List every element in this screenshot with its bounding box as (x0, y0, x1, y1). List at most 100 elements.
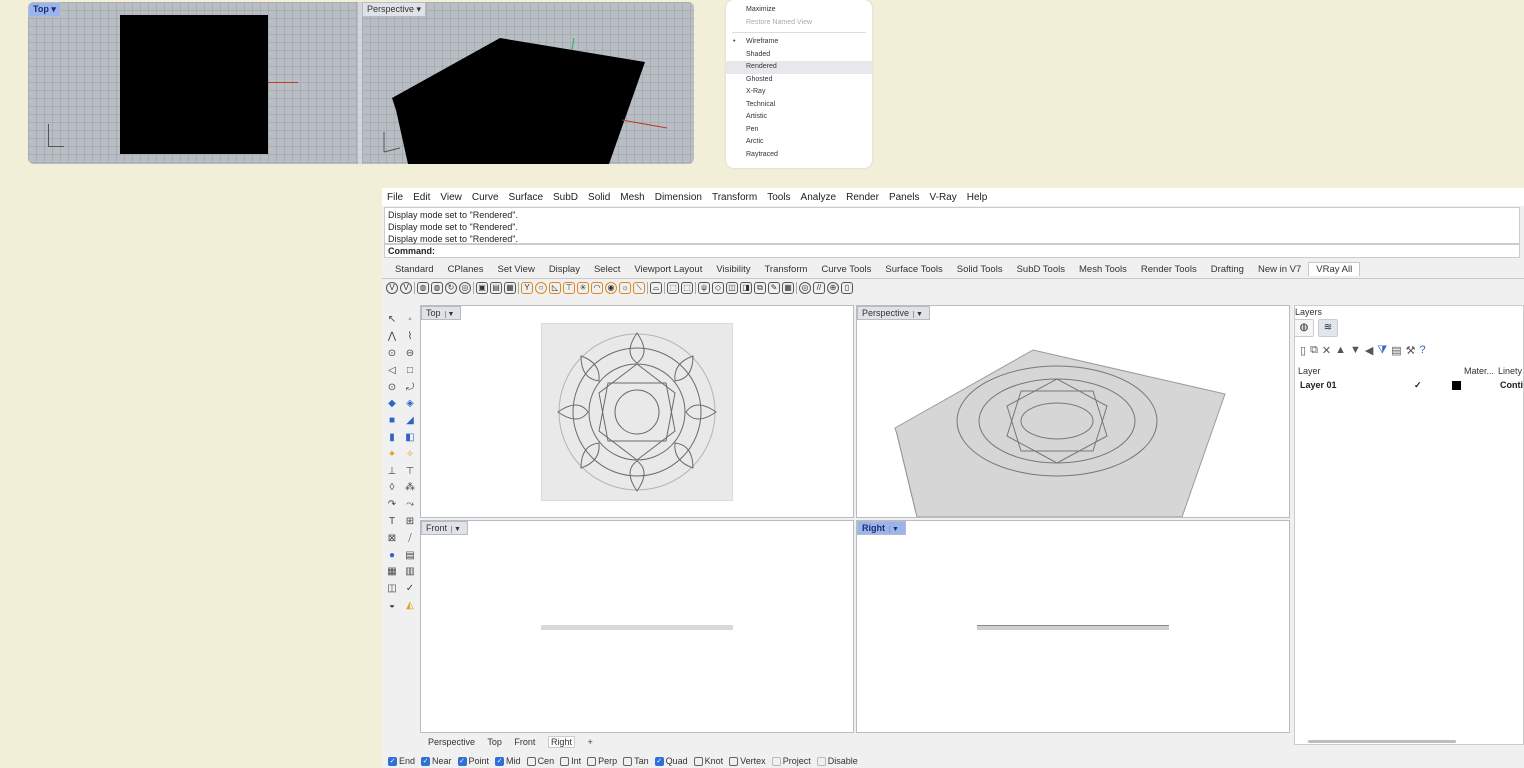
checkbox-icon[interactable]: ✓ (495, 756, 505, 766)
col-material[interactable]: Mater... (1464, 366, 1494, 376)
dimension-icon[interactable]: ⊥ (386, 466, 398, 478)
dropdown-arrow-icon[interactable]: ▼ (889, 526, 901, 533)
asset-editor-icon[interactable]: ▤ (490, 282, 502, 294)
command-input[interactable]: Command: (384, 244, 1520, 258)
checkbox-icon[interactable] (693, 756, 703, 766)
tab-visibility[interactable]: Visibility (709, 263, 757, 276)
tools-icon[interactable]: ⚒ (1406, 344, 1416, 357)
snap-mid[interactable]: ✓ Mid (495, 756, 521, 766)
render-icon[interactable]: ● (386, 550, 398, 562)
viewport-front-label[interactable]: Front ▼ (421, 521, 468, 535)
vray-render-icon[interactable]: V (386, 282, 398, 294)
vp-tab-perspective[interactable]: Perspective (428, 737, 475, 747)
menu-curve[interactable]: Curve (467, 188, 504, 203)
enmesh-icon[interactable]: ◨ (740, 282, 752, 294)
polyline-icon[interactable]: ⋀ (386, 331, 398, 343)
point-icon[interactable]: ◦ (404, 314, 416, 326)
tab-standard[interactable]: Standard (388, 263, 441, 276)
menu-file[interactable]: File (382, 188, 408, 203)
move-up-icon[interactable]: ▲ (1335, 344, 1346, 357)
menu-render[interactable]: Render (841, 188, 884, 203)
layers-scrollbar[interactable] (1308, 740, 1456, 743)
checkbox-icon[interactable]: ✓ (457, 756, 467, 766)
tab-subd-tools[interactable]: SubD Tools (1010, 263, 1072, 276)
menu-item-artistic[interactable]: Artistic (726, 111, 872, 124)
light-icon[interactable]: ✧ (404, 449, 416, 461)
menu-item-rendered[interactable]: Rendered (726, 61, 872, 74)
fur-icon[interactable]: ψ (698, 282, 710, 294)
layer-name[interactable]: Layer 01 (1300, 380, 1337, 390)
infinite-plane-icon[interactable]: ⌓ (650, 282, 662, 294)
tab-curve-tools[interactable]: Curve Tools (814, 263, 878, 276)
viewport-perspective[interactable]: Perspective ▼ (856, 305, 1290, 518)
viewport-top-label[interactable]: Top ▼ (421, 306, 462, 320)
viewport-top[interactable]: Top ▼ (420, 305, 854, 518)
copy-icon[interactable]: ⊞ (404, 516, 416, 528)
menu-solid[interactable]: Solid (583, 188, 615, 203)
curve-icon[interactable]: ⌇ (404, 331, 416, 343)
tab-mesh-tools[interactable]: Mesh Tools (1072, 263, 1134, 276)
ellipse-icon[interactable]: ⊖ (404, 348, 416, 360)
fillet-icon[interactable]: ⤾ (404, 382, 416, 394)
tab-transform[interactable]: Transform (757, 263, 814, 276)
extrude-icon[interactable]: ◢ (404, 415, 416, 427)
menu-item-pen[interactable]: Pen (726, 124, 872, 137)
menu-item-shaded[interactable]: Shaded (726, 49, 872, 62)
omni-light-icon[interactable]: ✳ (577, 282, 589, 294)
arc-icon[interactable]: ◁ (386, 365, 398, 377)
snap-end[interactable]: ✓ End (388, 756, 415, 766)
sun-icon[interactable]: ☼ (619, 282, 631, 294)
hatch-icon[interactable]: ▤ (404, 550, 416, 562)
snap-knot[interactable]: Knot (693, 756, 723, 766)
viewport-right-label[interactable]: Right ▼ (857, 521, 906, 535)
mirror-icon[interactable]: ⧸ (404, 533, 416, 545)
new-layer-icon[interactable]: ▯ (1300, 344, 1306, 357)
help-globe-icon[interactable]: ⊕ (827, 282, 839, 294)
proxy-import-icon[interactable]: ⬚ (681, 282, 693, 294)
scatter-icon[interactable]: ⧉ (754, 282, 766, 294)
file-info-icon[interactable]: ▯ (841, 282, 853, 294)
rectangle-icon[interactable]: □ (404, 365, 416, 377)
menu-surface[interactable]: Surface (504, 188, 548, 203)
sphere-light-icon[interactable]: ○ (535, 282, 547, 294)
tab-set-view[interactable]: Set View (490, 263, 541, 276)
dome-light-icon[interactable]: ◠ (591, 282, 603, 294)
layer-linetype[interactable]: Conti (1500, 380, 1523, 390)
tab-render-tools[interactable]: Render Tools (1134, 263, 1204, 276)
filter-icon[interactable]: ⧩ (1377, 344, 1387, 357)
group-icon[interactable]: ◊ (386, 482, 398, 494)
box-icon[interactable]: ■ (386, 415, 398, 427)
trim-icon[interactable]: ⤳ (404, 499, 416, 511)
checkbox-icon[interactable] (623, 756, 633, 766)
menu-item-maximize[interactable]: Maximize (726, 4, 872, 17)
move-down-icon[interactable]: ▼ (1350, 344, 1361, 357)
decal-icon[interactable]: ◫ (726, 282, 738, 294)
thumb-top-label[interactable]: Top ▾ (28, 2, 61, 17)
tab-vray-all[interactable]: VRay All (1308, 262, 1361, 276)
menu-panels[interactable]: Panels (884, 188, 925, 203)
tab-surface-tools[interactable]: Surface Tools (878, 263, 949, 276)
edit-icon[interactable]: ✎ (768, 282, 780, 294)
snap-perp[interactable]: Perp (587, 756, 617, 766)
clipper-icon[interactable]: ◇ (712, 282, 724, 294)
menu-analyze[interactable]: Analyze (796, 188, 842, 203)
block-icon[interactable]: ⁂ (404, 482, 416, 494)
circle-icon[interactable]: ⊙ (386, 348, 398, 360)
snap-near[interactable]: ✓ Near (421, 756, 452, 766)
menu-transform[interactable]: Transform (707, 188, 762, 203)
check-icon[interactable]: ✓ (404, 583, 416, 595)
teapot-interactive-icon[interactable]: ◍ (431, 282, 443, 294)
menu-edit[interactable]: Edit (408, 188, 435, 203)
col-linetype[interactable]: Linety (1498, 366, 1522, 376)
vp-tab-front[interactable]: Front (514, 737, 535, 747)
tab-display[interactable]: Display (542, 263, 587, 276)
delete-layer-icon[interactable]: ✕ (1322, 344, 1331, 357)
menu-item-xray[interactable]: X-Ray (726, 86, 872, 99)
menu-item-wireframe[interactable]: • Wireframe (726, 36, 872, 49)
snap-disable[interactable]: Disable (816, 756, 858, 766)
menu-subd[interactable]: SubD (548, 188, 583, 203)
cosmos-icon[interactable]: ◎ (799, 282, 811, 294)
dropdown-arrow-icon[interactable]: ▼ (451, 526, 463, 533)
tab-solid-tools[interactable]: Solid Tools (950, 263, 1010, 276)
checkbox-icon[interactable]: ✓ (654, 756, 664, 766)
